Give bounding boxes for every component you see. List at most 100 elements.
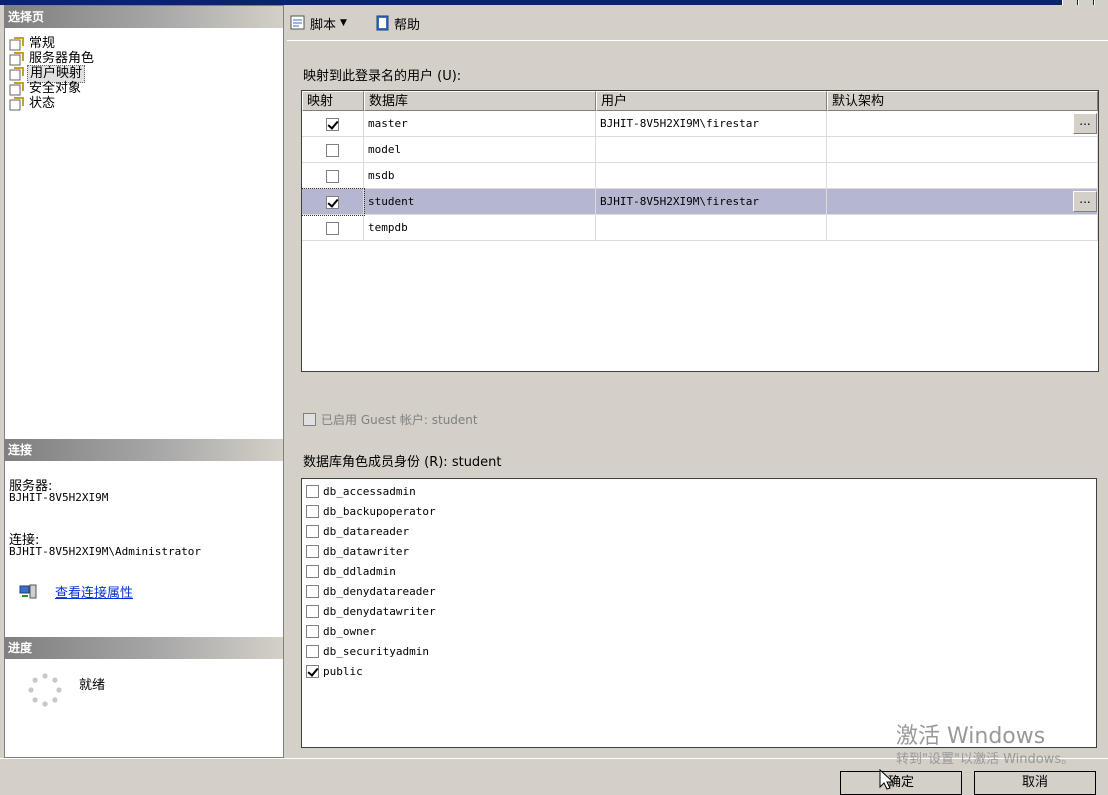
database-cell: tempdb xyxy=(364,215,596,241)
role-name: db_accessadmin xyxy=(323,484,416,498)
guest-label: 已启用 Guest 帐户: student xyxy=(321,413,478,427)
schema-cell[interactable]: ... xyxy=(827,111,1098,137)
spinner-icon xyxy=(28,673,62,707)
col-default-schema[interactable]: 默认架构 xyxy=(827,91,1098,111)
grid-row[interactable]: student BJHIT-8V5H2XI9M\firestar... xyxy=(302,188,1098,216)
role-name: db_denydatareader xyxy=(323,584,436,598)
role-checkbox[interactable] xyxy=(306,504,319,518)
page-icon xyxy=(9,37,24,51)
mapping-section-label: 映射到此登录名的用户 (U): xyxy=(303,69,462,84)
connection-header: 连接 xyxy=(5,439,283,461)
user-cell[interactable] xyxy=(596,137,827,163)
progress-header: 进度 xyxy=(5,637,283,659)
schema-cell[interactable] xyxy=(827,163,1098,189)
role-checkbox[interactable] xyxy=(306,604,319,618)
connection-properties-icon xyxy=(19,584,37,598)
toolbar: 脚本 ▼ 帮助 xyxy=(287,5,1108,41)
page-icon xyxy=(9,52,24,66)
script-icon xyxy=(290,15,305,30)
role-item[interactable]: db_ddladmin xyxy=(306,561,396,581)
role-checkbox[interactable] xyxy=(306,484,319,498)
page-item[interactable]: 安全对象 xyxy=(9,81,83,97)
role-name: db_datareader xyxy=(323,524,410,538)
user-mapping-grid: 映射 数据库 用户 默认架构 master BJHIT-8V5H2XI9M\fir… xyxy=(301,90,1099,372)
guest-checkbox xyxy=(303,413,316,426)
chevron-down-icon: ▼ xyxy=(340,18,347,28)
role-checkbox[interactable] xyxy=(306,624,319,638)
help-button[interactable]: 帮助 xyxy=(375,13,420,33)
role-item[interactable]: db_datareader xyxy=(306,521,409,541)
user-cell[interactable] xyxy=(596,163,827,189)
mapped-checkbox[interactable] xyxy=(326,196,339,209)
server-value: BJHIT-8V5H2XI9M xyxy=(9,491,109,504)
help-label: 帮助 xyxy=(394,17,421,33)
role-name: db_ddladmin xyxy=(323,564,396,578)
role-item[interactable]: db_backupoperator xyxy=(306,501,436,521)
mapped-checkbox[interactable] xyxy=(326,144,339,157)
mapped-cell xyxy=(302,137,364,163)
col-user[interactable]: 用户 xyxy=(596,91,827,111)
page-icon xyxy=(9,82,24,96)
role-name: db_denydatawriter xyxy=(323,604,436,618)
role-checkbox[interactable] xyxy=(306,564,319,578)
page-item[interactable]: 常规 xyxy=(9,36,57,52)
grid-row[interactable]: master BJHIT-8V5H2XI9M\firestar... xyxy=(302,111,1098,137)
schema-cell[interactable] xyxy=(827,215,1098,241)
view-connection-properties[interactable]: 查看连接属性 xyxy=(19,582,133,601)
page-item[interactable]: 状态 xyxy=(9,96,57,112)
cancel-button[interactable]: 取消 xyxy=(974,771,1096,795)
grid-row[interactable]: model xyxy=(302,137,1098,163)
role-item[interactable]: db_datawriter xyxy=(306,541,409,561)
roles-section-label: 数据库角色成员身份 (R): student xyxy=(303,455,502,470)
role-name: db_owner xyxy=(323,624,376,638)
role-name: db_datawriter xyxy=(323,544,410,558)
database-cell: msdb xyxy=(364,163,596,189)
user-cell[interactable]: BJHIT-8V5H2XI9M\firestar xyxy=(596,111,827,137)
role-checkbox[interactable] xyxy=(306,524,319,538)
view-connection-properties-link[interactable]: 查看连接属性 xyxy=(55,582,133,601)
mapped-cell xyxy=(302,111,364,137)
grid-row[interactable]: tempdb xyxy=(302,215,1098,241)
right-pane: 脚本 ▼ 帮助 映射到此登录名的用户 (U): 映射 数据库 用户 默认架构 m… xyxy=(287,5,1108,758)
role-checkbox[interactable] xyxy=(306,664,319,678)
role-item[interactable]: db_denydatawriter xyxy=(306,601,436,621)
col-database[interactable]: 数据库 xyxy=(364,91,596,111)
page-item[interactable]: 用户映射 xyxy=(9,65,86,83)
activation-watermark-title: 激活 Windows xyxy=(896,724,1046,749)
progress-status: 就绪 xyxy=(79,678,106,693)
role-checkbox[interactable] xyxy=(306,584,319,598)
mapped-checkbox[interactable] xyxy=(326,118,339,131)
page-item-label: 常规 xyxy=(29,36,56,51)
mouse-cursor-icon xyxy=(879,769,895,790)
role-checkbox[interactable] xyxy=(306,544,319,558)
select-page-header: 选择页 xyxy=(5,6,283,28)
role-membership-list: db_accessadmin db_backupoperator db_datare… xyxy=(301,478,1097,748)
script-label: 脚本 xyxy=(310,17,337,33)
role-item[interactable]: db_owner xyxy=(306,621,376,641)
schema-cell[interactable]: ... xyxy=(827,189,1098,215)
role-name: db_backupoperator xyxy=(323,504,436,518)
activation-watermark-subtitle: 转到"设置"以激活 Windows。 xyxy=(896,752,1075,767)
schema-cell[interactable] xyxy=(827,137,1098,163)
browse-schema-button[interactable]: ... xyxy=(1073,113,1097,134)
guest-account-option: 已启用 Guest 帐户: student xyxy=(303,411,478,428)
role-name: public xyxy=(323,664,363,678)
mapped-checkbox[interactable] xyxy=(326,170,339,183)
role-item[interactable]: db_securityadmin xyxy=(306,641,429,661)
role-item[interactable]: public xyxy=(306,661,363,681)
role-item[interactable]: db_accessadmin xyxy=(306,481,416,501)
connection-value: BJHIT-8V5H2XI9M\Administrator xyxy=(9,545,202,558)
role-checkbox[interactable] xyxy=(306,644,319,658)
browse-schema-button[interactable]: ... xyxy=(1073,191,1097,212)
grid-row[interactable]: msdb xyxy=(302,163,1098,189)
role-item[interactable]: db_denydatareader xyxy=(306,581,436,601)
user-cell[interactable] xyxy=(596,215,827,241)
user-cell[interactable]: BJHIT-8V5H2XI9M\firestar xyxy=(596,189,827,215)
col-mapped[interactable]: 映射 xyxy=(302,91,364,111)
mapped-checkbox[interactable] xyxy=(326,222,339,235)
ok-button[interactable]: 确定 xyxy=(840,771,962,795)
page-item-label: 安全对象 xyxy=(29,81,82,96)
page-icon xyxy=(9,97,24,111)
script-button[interactable]: 脚本 ▼ xyxy=(289,13,347,33)
role-name: db_securityadmin xyxy=(323,644,429,658)
